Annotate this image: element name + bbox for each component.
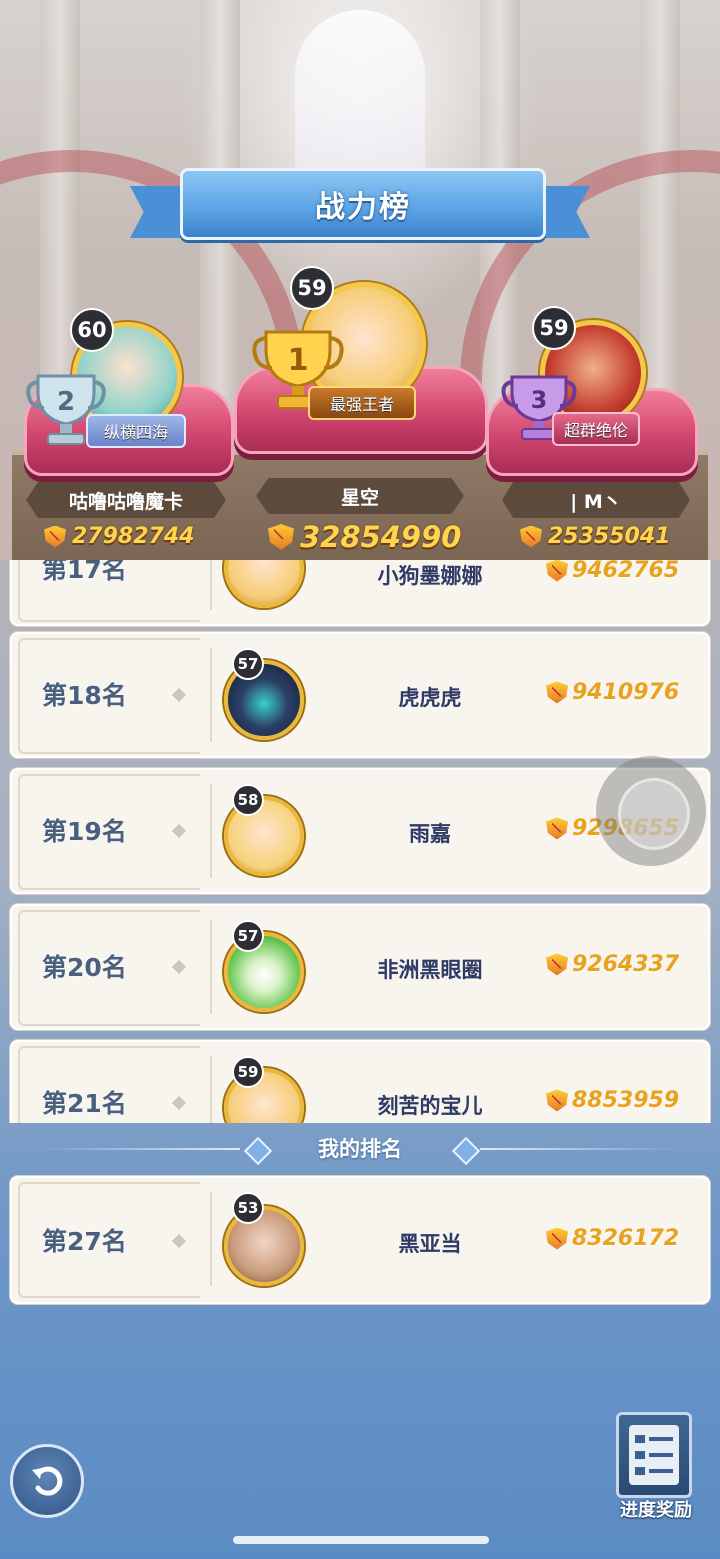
page-title: 战力榜	[315, 190, 411, 225]
trophy-number: 3	[531, 386, 548, 414]
player-power: 8853959	[546, 1088, 679, 1113]
back-arrow-icon	[32, 1466, 63, 1496]
player-power: 9462765	[546, 560, 679, 583]
progress-reward-button[interactable]: 进度奖励	[610, 1412, 702, 1522]
rank-label: 第27名	[42, 1227, 127, 1256]
player-power: 27982744	[44, 524, 194, 549]
rank-label: 第18名	[42, 681, 127, 710]
level-badge: 58	[232, 784, 264, 816]
player-power: 9410976	[546, 680, 679, 705]
power-value: 25355041	[548, 524, 671, 549]
power-shield-icon	[546, 953, 568, 976]
player-name: 咕噜咕噜魔卡	[26, 482, 226, 518]
back-button[interactable]	[10, 1444, 84, 1518]
list-item[interactable]: 第21名 59 刻苦的宝儿 8853959	[10, 1040, 710, 1123]
level-badge: 59	[232, 1056, 264, 1088]
power-shield-icon	[268, 524, 294, 550]
power-value: 9462765	[572, 560, 680, 583]
rank-label: 第19名	[42, 817, 127, 846]
player-power: 8326172	[546, 1226, 679, 1251]
power-shield-icon	[546, 1089, 568, 1112]
player-title: 纵横四海	[86, 414, 186, 448]
divider-line	[480, 1148, 680, 1150]
rank-label: 第17名	[42, 560, 127, 584]
ribbon-body: 战力榜	[180, 168, 546, 240]
player-power: 9264337	[546, 952, 679, 977]
player-name: 虎虎虎	[398, 686, 462, 710]
player-title: 最强王者	[308, 386, 416, 420]
power-shield-icon	[546, 681, 568, 704]
player-power: 25355041	[520, 524, 670, 549]
my-rank-row[interactable]: 第27名 53 黑亚当 8326172	[10, 1176, 710, 1304]
power-value: 9410976	[572, 680, 680, 705]
level-badge: 60	[70, 308, 114, 352]
floating-assist-button[interactable]	[596, 756, 706, 866]
level-badge: 57	[232, 648, 264, 680]
rank-label: 第20名	[42, 953, 127, 982]
home-indicator[interactable]	[233, 1536, 489, 1544]
power-shield-icon	[520, 525, 542, 548]
player-name: | M丶	[502, 482, 690, 518]
level-badge: 53	[232, 1192, 264, 1224]
title-ribbon: 战力榜	[130, 160, 590, 252]
power-shield-icon	[546, 1227, 568, 1250]
power-shield-icon	[546, 560, 568, 582]
trophy-number: 1	[288, 343, 309, 378]
player-name: 小狗墨娜娜	[377, 564, 483, 588]
power-value: 27982744	[72, 524, 195, 549]
power-value: 32854990	[300, 520, 462, 554]
power-value: 9264337	[572, 952, 680, 977]
reward-board-icon	[616, 1412, 692, 1498]
level-badge: 57	[232, 920, 264, 952]
level-badge: 59	[532, 306, 576, 350]
list-item[interactable]: 第17名 小狗墨娜娜 9462765	[10, 560, 710, 626]
list-item[interactable]: 第18名 57 虎虎虎 9410976	[10, 632, 710, 758]
rank-label: 第21名	[42, 1089, 127, 1118]
power-value: 8853959	[572, 1088, 680, 1113]
trophy-number: 2	[57, 387, 75, 417]
player-name: 雨嘉	[409, 822, 451, 846]
power-shield-icon	[546, 817, 568, 840]
power-shield-icon	[44, 525, 66, 548]
player-name: 星空	[256, 478, 464, 514]
player-name: 刻苦的宝儿	[377, 1094, 483, 1118]
reward-label: 进度奖励	[620, 1500, 692, 1521]
player-power: 32854990	[268, 520, 461, 554]
player-title: 超群绝伦	[552, 412, 640, 446]
player-avatar[interactable]	[224, 560, 304, 608]
player-name: 非洲黑眼圈	[377, 958, 483, 982]
player-name: 黑亚当	[398, 1232, 462, 1256]
power-value: 8326172	[572, 1226, 680, 1251]
list-item[interactable]: 第20名 57 非洲黑眼圈 9264337	[10, 904, 710, 1030]
level-badge: 59	[290, 266, 334, 310]
